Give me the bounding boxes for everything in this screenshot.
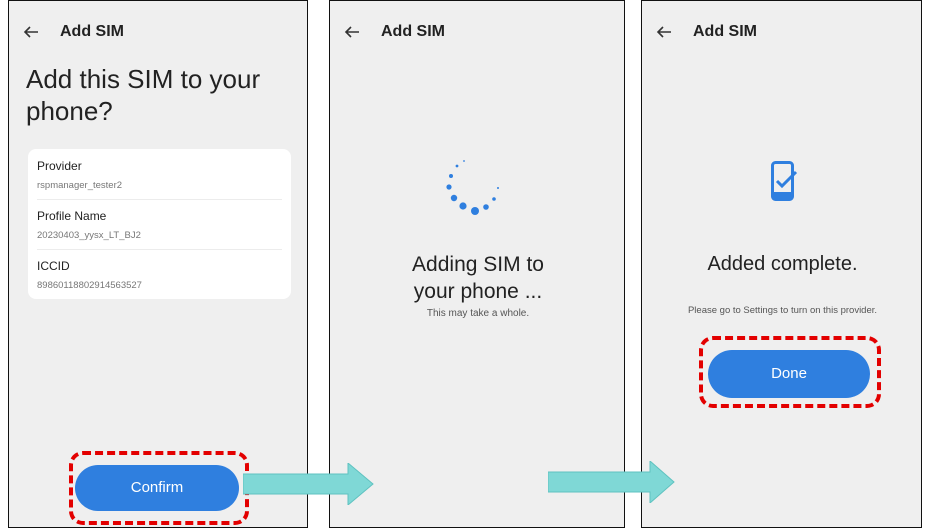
screen-added-complete: Add SIM Added complete. Please go to Set…	[641, 0, 922, 528]
profile-name-row: Profile Name 20230403_yysx_LT_BJ2	[37, 199, 282, 250]
iccid-value: 89860118802914563527	[37, 280, 142, 291]
back-arrow-icon[interactable]	[655, 23, 673, 41]
screen-adding-sim: Add SIM Adding SIM to your phone ... Thi…	[329, 0, 625, 528]
page-title: Add SIM	[693, 23, 757, 40]
confirm-heading: Add this SIM to your phone?	[26, 64, 261, 126]
adding-status-title: Adding SIM to your phone ...	[330, 251, 626, 305]
adding-status-line-1: Adding SIM to	[412, 253, 544, 276]
provider-row: Provider rspmanager_tester2	[37, 149, 282, 200]
flow-arrow-icon	[548, 461, 675, 503]
flow-arrow-icon	[243, 463, 374, 505]
provider-value: rspmanager_tester2	[37, 180, 123, 191]
iccid-label: ICCID	[37, 259, 70, 273]
profile-name-value: 20230403_yysx_LT_BJ2	[37, 230, 141, 241]
complete-status-subtitle: Please go to Settings to turn on this pr…	[687, 305, 878, 316]
back-arrow-icon[interactable]	[22, 23, 40, 41]
sim-details-card: Provider rspmanager_tester2 Profile Name…	[28, 149, 291, 299]
provider-label: Provider	[37, 159, 82, 173]
page-title: Add SIM	[60, 23, 124, 40]
complete-status-title: Added complete.	[707, 253, 858, 275]
adding-status-subtitle: This may take a whole.	[426, 308, 530, 319]
profile-name-label: Profile Name	[37, 209, 107, 223]
iccid-row: ICCID 89860118802914563527	[37, 249, 282, 299]
loading-spinner-icon	[446, 160, 499, 215]
screen-add-sim-confirm: Add SIM Add this SIM to your phone? Prov…	[8, 0, 308, 528]
confirm-button[interactable]: Confirm	[75, 465, 239, 511]
top-app-bar: Add SIM	[642, 21, 921, 45]
phone-check-icon	[771, 161, 798, 201]
top-app-bar: Add SIM	[9, 21, 307, 45]
adding-status-line-2: your phone ...	[413, 280, 543, 303]
done-button[interactable]: Done	[708, 350, 870, 398]
